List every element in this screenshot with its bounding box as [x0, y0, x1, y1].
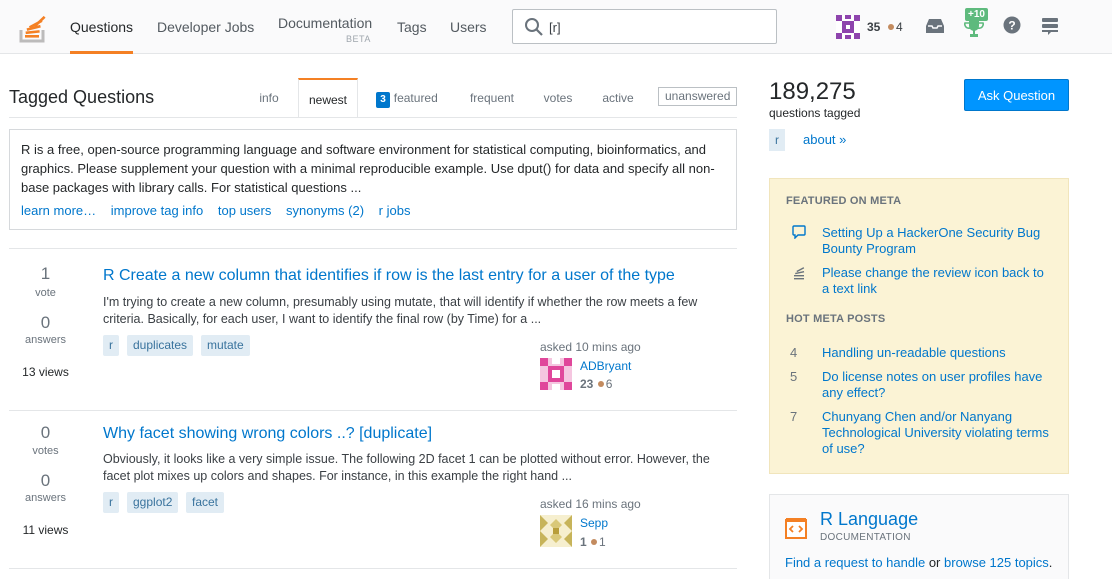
ask-question-button[interactable]: Ask Question — [964, 79, 1069, 111]
synonyms-link[interactable]: synonyms (2) — [286, 203, 364, 218]
tab-info[interactable]: info — [250, 78, 288, 118]
site-switcher-icon[interactable] — [1041, 16, 1059, 36]
achievements-trophy-icon[interactable] — [964, 20, 984, 38]
tag-wiki-links: learn more… improve tag info top users s… — [21, 203, 421, 218]
help-icon[interactable]: ? — [1003, 16, 1021, 34]
inbox-icon[interactable] — [924, 16, 946, 36]
question-title-link[interactable]: Why facet showing wrong colors ..? [dupl… — [103, 425, 432, 443]
speech-bubble-icon — [792, 225, 806, 239]
vote-label: votes — [32, 445, 59, 457]
vote-count: 1 — [40, 264, 51, 283]
hot-meta-link[interactable]: Do license notes on user profiles have a… — [822, 369, 1052, 401]
tabs-divider — [9, 117, 737, 118]
top-users-link[interactable]: top users — [218, 203, 271, 218]
stackoverflow-logo-icon[interactable] — [18, 10, 50, 44]
featured-meta-link[interactable]: Please change the review icon back to a … — [822, 265, 1052, 297]
question-excerpt: Obviously, it looks like a very simple i… — [103, 452, 710, 483]
search-box[interactable] — [512, 9, 777, 44]
community-bulletin: FEATURED ON META Setting Up a HackerOne … — [769, 178, 1069, 474]
user-reputation: 23 6 — [580, 377, 613, 391]
documentation-subtitle: DOCUMENTATION — [820, 532, 911, 543]
user-bronze-badges: 4 — [887, 20, 903, 34]
tab-newest[interactable]: newest — [298, 78, 358, 118]
bronze-badge-icon — [591, 539, 598, 546]
view-count: 11 views — [22, 523, 69, 537]
featured-meta-link[interactable]: Setting Up a HackerOne Security Bug Boun… — [822, 225, 1052, 257]
question-divider — [9, 248, 737, 249]
stack-icon — [794, 267, 805, 280]
bronze-badge-icon — [888, 24, 894, 31]
nav-developer-jobs[interactable]: Developer Jobs — [157, 0, 254, 54]
tab-unanswered[interactable]: unanswered — [658, 87, 738, 106]
asked-time: asked 16 mins ago — [540, 497, 641, 511]
documentation-beta-badge: BETA — [346, 34, 371, 44]
about-tag-link[interactable]: about » — [803, 132, 846, 147]
user-avatar[interactable] — [836, 15, 860, 39]
tag-duplicates[interactable]: duplicates — [127, 335, 194, 356]
or-text: or — [925, 555, 945, 570]
learn-more-link[interactable]: learn more… — [21, 203, 96, 218]
tag-r[interactable]: r — [103, 492, 119, 513]
sidebar-tag-r[interactable]: r — [769, 129, 785, 151]
tag-wiki-text: R is a free, open-source programming lan… — [21, 142, 715, 195]
tab-featured[interactable]: 3 featured — [370, 78, 444, 118]
search-icon — [525, 18, 543, 36]
question-divider — [9, 410, 737, 411]
documentation-icon — [785, 518, 807, 539]
tag-ggplot2[interactable]: ggplot2 — [127, 492, 179, 513]
page-title: Tagged Questions — [9, 87, 155, 107]
tab-frequent[interactable]: frequent — [462, 78, 522, 118]
tag-r[interactable]: r — [103, 335, 119, 356]
answer-count: 0 — [40, 313, 51, 332]
hot-meta-answer-count: 4 — [790, 345, 798, 360]
bronze-badge-icon — [597, 381, 604, 388]
view-count: 13 views — [22, 365, 69, 379]
user-avatar[interactable] — [540, 358, 572, 390]
tab-active[interactable]: active — [596, 78, 640, 118]
svg-text:?: ? — [1008, 19, 1015, 33]
featured-count-badge: 3 — [376, 92, 390, 108]
documentation-module: R Language DOCUMENTATION Find a request … — [769, 494, 1069, 579]
tagged-question-count-label: questions tagged — [769, 106, 861, 120]
asked-time: asked 10 mins ago — [540, 340, 641, 354]
documentation-title-link[interactable]: R Language — [820, 509, 918, 530]
tag-wiki-excerpt: R is a free, open-source programming lan… — [9, 129, 737, 230]
tag-mutate[interactable]: mutate — [201, 335, 250, 356]
featured-meta-heading: FEATURED ON META — [786, 195, 902, 207]
answer-label: answers — [25, 492, 66, 504]
user-name-link[interactable]: Sepp — [580, 516, 608, 530]
user-reputation: 1 1 — [580, 535, 606, 549]
question-excerpt: I'm trying to create a new column, presu… — [103, 295, 698, 326]
find-request-link[interactable]: Find a request to handle — [785, 555, 925, 570]
hot-meta-answer-count: 7 — [790, 409, 798, 424]
documentation-links: Find a request to handle or browse 125 t… — [785, 555, 1052, 570]
hot-meta-answer-count: 5 — [790, 369, 798, 384]
tag-facet[interactable]: facet — [186, 492, 225, 513]
question-title-link[interactable]: R Create a new column that identifies if… — [103, 267, 675, 285]
answer-label: answers — [25, 334, 66, 346]
nav-tags[interactable]: Tags — [397, 0, 427, 54]
browse-topics-link[interactable]: browse 125 topics — [944, 555, 1049, 570]
question-divider — [9, 568, 737, 569]
period-text: . — [1048, 555, 1053, 570]
hot-meta-heading: HOT META POSTS — [786, 313, 886, 325]
top-bar: Questions Developer Jobs Documentation B… — [0, 0, 1112, 54]
hot-meta-link[interactable]: Handling un-readable questions — [822, 345, 1052, 361]
nav-questions[interactable]: Questions — [70, 0, 134, 54]
user-reputation: 35 — [867, 20, 881, 34]
vote-count: 0 — [40, 423, 51, 442]
user-name-link[interactable]: ADBryant — [580, 359, 631, 373]
hot-meta-link[interactable]: Chunyang Chen and/or Nanyang Technologic… — [822, 409, 1052, 457]
search-input[interactable] — [549, 17, 769, 37]
tagged-question-count: 189,275 — [769, 78, 856, 105]
r-jobs-link[interactable]: r jobs — [379, 203, 411, 218]
improve-tag-info-link[interactable]: improve tag info — [111, 203, 204, 218]
user-avatar[interactable] — [540, 515, 572, 547]
tab-votes[interactable]: votes — [538, 78, 578, 118]
answer-count: 0 — [40, 471, 51, 490]
nav-users[interactable]: Users — [450, 0, 487, 54]
vote-label: vote — [35, 287, 56, 299]
